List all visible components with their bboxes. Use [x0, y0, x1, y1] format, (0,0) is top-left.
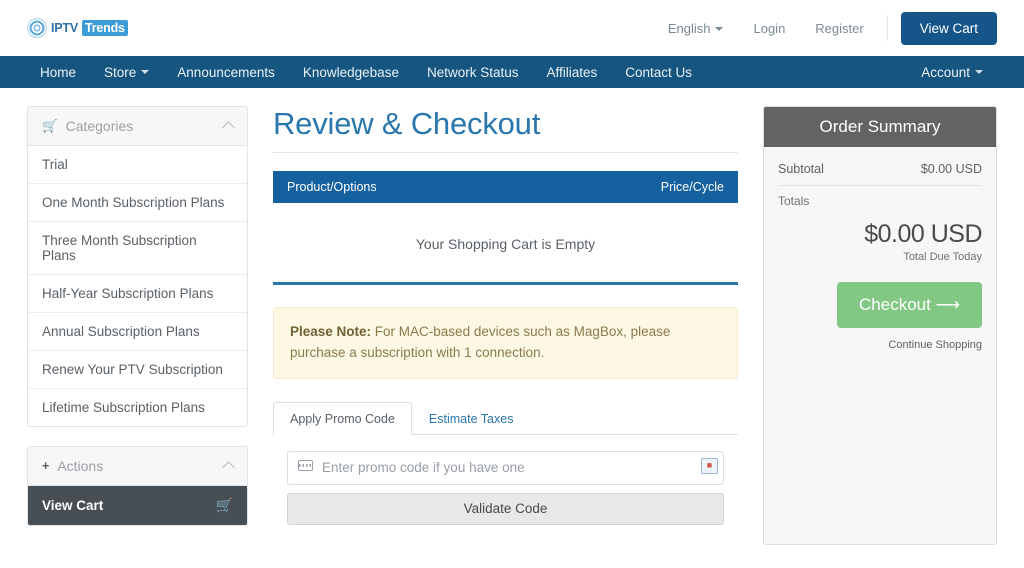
- register-link[interactable]: Register: [800, 21, 878, 36]
- column-header-product-options: Product/Options: [287, 180, 377, 194]
- nav-item-store[interactable]: Store: [90, 56, 163, 88]
- nav-item-knowledgebase[interactable]: Knowledgebase: [289, 56, 413, 88]
- totals-label: Totals: [778, 194, 810, 208]
- nav-item-home[interactable]: Home: [27, 56, 90, 88]
- login-link[interactable]: Login: [738, 21, 800, 36]
- sidebar-item-trial[interactable]: Trial: [28, 146, 247, 184]
- sidebar-item-half-year[interactable]: Half-Year Subscription Plans: [28, 275, 247, 313]
- cart-icon: 🛒: [42, 118, 58, 133]
- categories-panel: 🛒 Categories Trial One Month Subscriptio…: [27, 106, 248, 427]
- promo-input-wrapper: ■: [287, 450, 724, 485]
- nav-item-affiliates[interactable]: Affiliates: [533, 56, 612, 88]
- promo-code-input[interactable]: [287, 450, 724, 485]
- top-bar-right: English Login Register View Cart: [653, 11, 997, 45]
- nav-item-network-status[interactable]: Network Status: [413, 56, 533, 88]
- chevron-down-icon: [715, 27, 724, 32]
- sidebar-item-annual[interactable]: Annual Subscription Plans: [28, 313, 247, 351]
- subtotal-label: Subtotal: [778, 162, 824, 176]
- tab-estimate-taxes[interactable]: Estimate Taxes: [412, 402, 531, 435]
- grand-total-value: $0.00 USD: [864, 220, 982, 248]
- actions-panel-header[interactable]: + Actions: [28, 447, 247, 486]
- nav-item-store-label: Store: [104, 64, 137, 80]
- actions-panel: + Actions View Cart 🛒: [27, 446, 248, 526]
- fingerprint-circle-icon: [27, 18, 47, 38]
- validate-code-button[interactable]: Validate Code: [287, 492, 724, 525]
- plus-icon: +: [42, 459, 50, 473]
- promo-tabs: Apply Promo Code Estimate Taxes: [273, 401, 738, 435]
- order-summary-title: Order Summary: [764, 107, 996, 147]
- column-header-price-cycle: Price/Cycle: [660, 180, 724, 194]
- autofill-badge-icon[interactable]: ■: [701, 457, 718, 474]
- empty-cart-message: Your Shopping Cart is Empty: [273, 203, 738, 285]
- chevron-up-icon[interactable]: [222, 121, 235, 134]
- site-logo[interactable]: IPTV Trends: [27, 18, 128, 38]
- continue-shopping-link[interactable]: Continue Shopping: [778, 339, 982, 351]
- please-note-box: Please Note: For MAC-based devices such …: [273, 307, 738, 379]
- chevron-up-icon[interactable]: [222, 461, 235, 474]
- chevron-down-icon: [141, 70, 150, 74]
- order-summary-body: Subtotal $0.00 USD Totals $0.00 USD Tota…: [764, 147, 996, 365]
- sidebar-item-three-month[interactable]: Three Month Subscription Plans: [28, 222, 247, 275]
- promo-tab-pane: ■ Validate Code: [273, 433, 738, 545]
- nav-item-announcements[interactable]: Announcements: [163, 56, 289, 88]
- cart-table-header: Product/Options Price/Cycle: [273, 171, 738, 203]
- cart-icon: 🛒: [215, 497, 233, 513]
- actions-panel-title: Actions: [57, 458, 104, 474]
- categories-panel-title: Categories: [65, 118, 134, 134]
- main-navigation: Home Store Announcements Knowledgebase N…: [0, 56, 1024, 88]
- sidebar-item-view-cart[interactable]: View Cart 🛒: [28, 486, 247, 525]
- subtotal-value: $0.00 USD: [920, 162, 982, 176]
- order-summary-panel: Order Summary Subtotal $0.00 USD Totals …: [763, 106, 997, 545]
- checkout-button[interactable]: Checkout ⟶: [837, 282, 982, 328]
- view-cart-button[interactable]: View Cart: [900, 11, 997, 45]
- chevron-down-icon: [975, 70, 983, 74]
- sidebar-item-lifetime[interactable]: Lifetime Subscription Plans: [28, 389, 247, 426]
- sidebar-item-view-cart-label: View Cart: [42, 498, 104, 513]
- language-label: English: [667, 20, 711, 36]
- logo-text-trends: Trends: [81, 20, 128, 36]
- nav-item-account-label: Account: [921, 64, 970, 80]
- nav-item-contact-us[interactable]: Contact Us: [611, 56, 706, 88]
- page-title: Review & Checkout: [273, 106, 738, 153]
- ticket-icon: [298, 459, 313, 471]
- sidebar-item-renew[interactable]: Renew Your PTV Subscription: [28, 351, 247, 389]
- tab-apply-promo-code[interactable]: Apply Promo Code: [273, 401, 412, 435]
- main-content: Review & Checkout Product/Options Price/…: [248, 106, 738, 545]
- logo-text-iptv: IPTV: [51, 21, 78, 35]
- categories-panel-header[interactable]: 🛒 Categories: [28, 107, 247, 146]
- nav-item-account[interactable]: Account: [907, 56, 997, 88]
- note-label: Please Note:: [290, 324, 372, 339]
- top-bar: IPTV Trends English Login Register View …: [0, 0, 1024, 56]
- page-body: 🛒 Categories Trial One Month Subscriptio…: [0, 88, 1024, 545]
- checkout-button-label: Checkout: [859, 295, 931, 314]
- arrow-right-icon: ⟶: [935, 295, 960, 314]
- subtotal-row: Subtotal $0.00 USD: [778, 159, 982, 186]
- language-selector[interactable]: English: [653, 21, 739, 36]
- grand-total-caption: Total Due Today: [903, 251, 982, 263]
- divider: [886, 15, 888, 41]
- sidebar: 🛒 Categories Trial One Month Subscriptio…: [27, 106, 248, 545]
- sidebar-item-one-month[interactable]: One Month Subscription Plans: [28, 184, 247, 222]
